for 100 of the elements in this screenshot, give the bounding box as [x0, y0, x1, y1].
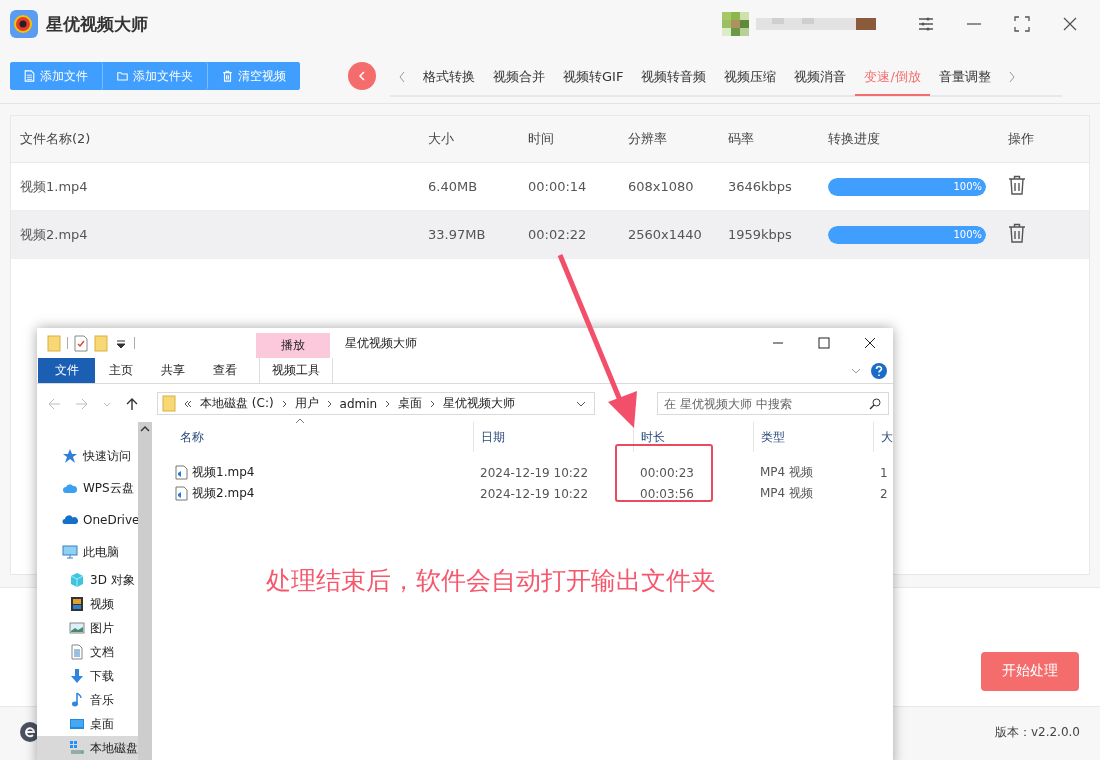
app-logo — [10, 10, 38, 38]
video-file-icon — [175, 486, 188, 501]
nav-item[interactable]: 此电脑 — [37, 536, 138, 568]
nav-label: WPS云盘 — [83, 479, 134, 497]
nav-label: 文档 — [90, 643, 114, 661]
table-cell-text: 2560x1440 — [627, 227, 703, 242]
nav-item[interactable]: 音乐 — [37, 688, 138, 712]
column-header: 文件名称(2) — [19, 130, 92, 148]
nav-item[interactable]: 下载 — [37, 664, 138, 688]
table-cell-text: 1959kbps — [727, 227, 793, 242]
column-header[interactable]: 类型 — [753, 422, 873, 452]
checklist-icon[interactable] — [74, 334, 88, 352]
image-icon — [69, 620, 85, 636]
table-cell-text: 2 — [879, 486, 889, 501]
app-title: 星优视频大师 — [46, 12, 149, 36]
table-cell-text: 2024-12-19 10:22 — [479, 486, 590, 501]
help-icon[interactable] — [871, 362, 887, 379]
trash-icon[interactable] — [1008, 175, 1026, 195]
breadcrumb-item[interactable]: 用户 — [294, 395, 319, 412]
nav-label: 桌面 — [90, 715, 114, 733]
close-icon[interactable] — [864, 337, 876, 349]
address-bar[interactable]: 本地磁盘 (C:) 用户 admin 桌面 星优视频大师 — [157, 392, 595, 415]
ribbon-tab[interactable]: 共享 — [147, 358, 199, 383]
nav-item[interactable]: OneDrive — [37, 504, 138, 536]
nav-item[interactable]: 视频 — [37, 592, 138, 616]
tab[interactable]: 格式转换 — [414, 60, 484, 96]
tab[interactable]: 视频转GIF — [554, 60, 633, 96]
context-tab-header: 播放 — [256, 333, 330, 358]
back-button[interactable] — [348, 62, 376, 90]
nav-item[interactable]: 本地磁盘 — [37, 736, 138, 760]
video-file-icon — [175, 465, 188, 480]
nav-label: 本地磁盘 — [90, 739, 138, 757]
computer-icon — [62, 544, 78, 560]
scrollbar[interactable] — [138, 422, 152, 760]
nav-label: 3D 对象 — [90, 571, 135, 589]
column-header[interactable]: 名称 — [173, 422, 473, 452]
maximize-icon[interactable] — [818, 337, 830, 349]
nav-label: 下载 — [90, 667, 114, 685]
sort-caret-icon[interactable] — [295, 418, 305, 424]
nav-item[interactable]: 图片 — [37, 616, 138, 640]
table-cell-text: MP4 视频 — [759, 464, 815, 481]
chevron-right-icon[interactable] — [281, 399, 287, 408]
progress-label: 100% — [953, 229, 983, 240]
nav-label: 图片 — [90, 619, 114, 637]
folder-icon — [162, 395, 176, 412]
nav-label: 此电脑 — [83, 543, 119, 561]
table-cell-text: 608x1080 — [627, 179, 695, 194]
table-cell-text: MP4 视频 — [759, 485, 815, 502]
tab[interactable]: 视频转音频 — [632, 60, 716, 96]
column-header: 操作 — [1007, 130, 1035, 148]
file-name[interactable]: 视频1.mp4 — [175, 464, 473, 481]
tab[interactable]: 视频合并 — [484, 60, 554, 96]
breadcrumb-item[interactable]: 桌面 — [398, 395, 423, 412]
column-header[interactable]: 大 — [873, 422, 913, 452]
tab[interactable]: 音量调整 — [929, 60, 1000, 96]
ribbon-tab[interactable]: 查看 — [199, 358, 251, 383]
drive-icon — [69, 740, 85, 756]
nav-item[interactable]: 文档 — [37, 640, 138, 664]
trash-icon — [222, 70, 233, 82]
download-arrow-icon — [69, 668, 85, 684]
nav-item[interactable]: WPS云盘 — [37, 472, 138, 504]
search-icon[interactable] — [869, 398, 881, 410]
window-title: 星优视频大师 — [345, 334, 418, 352]
nav-label: OneDrive — [83, 513, 138, 527]
music-note-icon — [69, 692, 85, 708]
chevron-right-icon[interactable] — [430, 399, 436, 408]
close-icon[interactable] — [1062, 16, 1078, 32]
tab[interactable]: 视频压缩 — [715, 60, 786, 96]
table-cell-text: 1 — [879, 465, 889, 480]
chevron-left-icon — [358, 71, 366, 81]
chevron-right-icon[interactable] — [326, 399, 332, 408]
file-name[interactable]: 视频2.mp4 — [175, 485, 473, 502]
table-cell-text: 视频2.mp4 — [19, 225, 89, 244]
ribbon-tab[interactable]: 文件 — [38, 358, 95, 383]
settings-sliders-icon[interactable] — [918, 16, 934, 32]
folder-icon — [117, 70, 128, 82]
column-header: 码率 — [727, 130, 755, 148]
ribbon-tab[interactable]: 视频工具 — [259, 358, 333, 383]
tab[interactable]: 视频消音 — [785, 60, 856, 96]
double-chevron-icon[interactable] — [184, 399, 192, 408]
up-arrow-icon[interactable] — [125, 396, 139, 411]
trash-icon[interactable] — [1008, 223, 1026, 243]
nav-item[interactable]: 桌面 — [37, 712, 138, 736]
file-name-text: 视频1.mp4 — [192, 464, 255, 481]
chevron-right-icon[interactable] — [385, 399, 391, 408]
column-header: 转换进度 — [827, 130, 881, 148]
table-cell-text: 00:03:56 — [639, 486, 695, 501]
chevron-down-icon[interactable] — [576, 400, 586, 407]
breadcrumb-item[interactable]: 本地磁盘 (C:) — [200, 395, 274, 412]
nav-item[interactable]: 快速访问 — [37, 440, 138, 472]
breadcrumb-item[interactable]: 星优视频大师 — [443, 395, 516, 412]
breadcrumb-item[interactable]: admin — [339, 396, 378, 411]
table-row[interactable]: 视频2.mp4 33.97MB 00:02:22 2560x1440 1959kbps 100% — [11, 211, 1089, 259]
nav-item[interactable]: 3D 对象 — [37, 568, 138, 592]
search-field[interactable]: 在 星优视频大师 中搜索 — [657, 392, 889, 415]
file-name-text: 视频2.mp4 — [192, 485, 255, 502]
table-cell-text: 00:00:23 — [639, 465, 695, 480]
ribbon-tab[interactable]: 主页 — [95, 358, 147, 383]
star-icon — [62, 448, 78, 464]
fullscreen-icon[interactable] — [1014, 16, 1030, 32]
